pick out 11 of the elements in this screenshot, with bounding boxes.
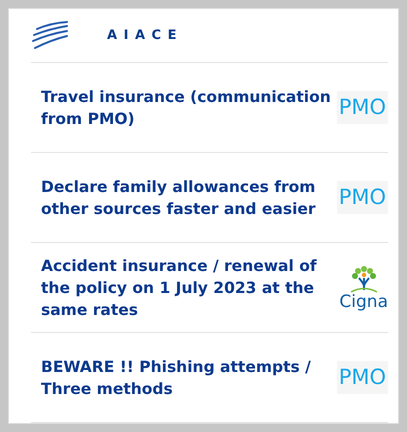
article-link[interactable]: BEWARE !! Phishing attempts / Three methods — [41, 356, 337, 400]
logo-icon — [31, 20, 69, 50]
source-logo: Cigna — [339, 294, 388, 311]
article-link[interactable]: Accident insurance / renewal of the policy on 1 July 2023 at the same rates — [41, 254, 340, 320]
tree-icon — [348, 264, 379, 294]
article-link[interactable]: Declare family allowances from other sources faster and easier — [41, 176, 337, 220]
article-link[interactable]: Travel insurance (communication from PMO) — [41, 86, 337, 130]
brand-name: A I A C E — [107, 26, 178, 45]
source-logo: PMO — [336, 90, 388, 124]
source-logo: PMO — [336, 180, 388, 214]
source-logo: PMO — [336, 360, 388, 394]
